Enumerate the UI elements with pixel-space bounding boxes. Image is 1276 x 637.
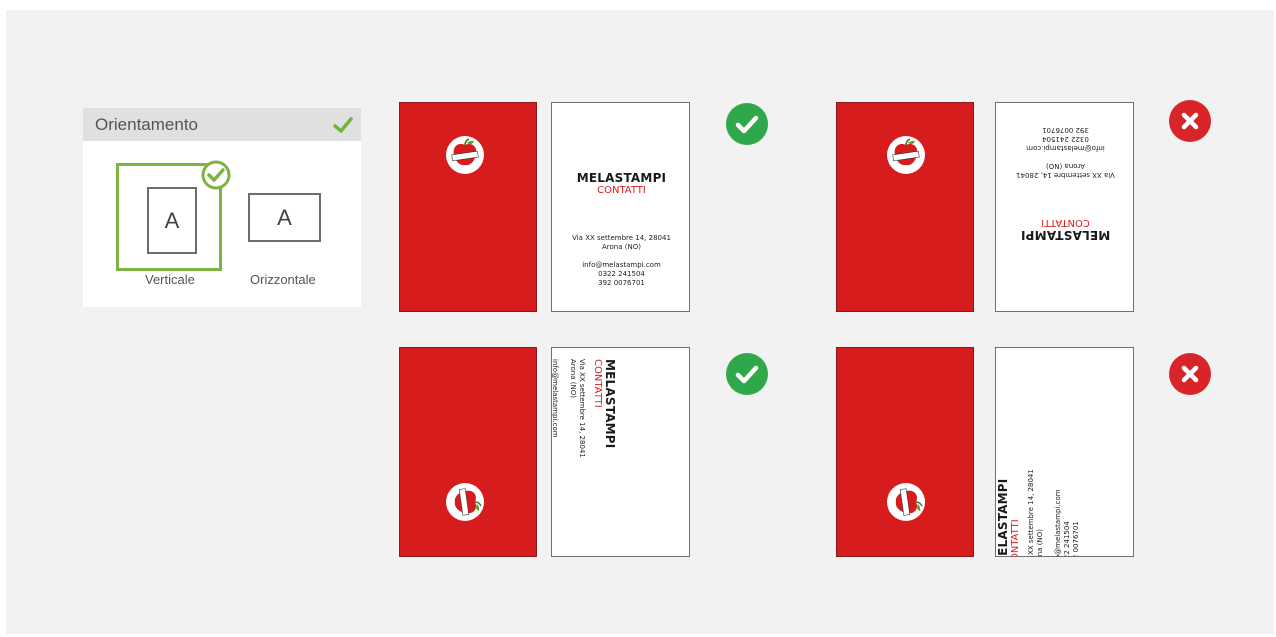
option-vertical-label: Verticale: [145, 272, 195, 287]
card-content: MELASTAMPI CONTATTI Via XX settembre 14,…: [996, 125, 1133, 242]
x-icon: [1181, 365, 1199, 383]
apple-logo-icon: [451, 138, 479, 166]
address-city: Arona (NO): [1036, 529, 1044, 557]
mobile-text: 392 0076701: [1042, 126, 1089, 134]
contacts-heading: CONTATTI: [592, 359, 603, 408]
contacts-heading: CONTATTI: [597, 185, 646, 196]
email-text: info@melastampi.com: [582, 261, 661, 269]
check-icon: [333, 117, 353, 133]
card-content: MELASTAMPI CONTATTI Via XX settembre 14,…: [996, 418, 1081, 557]
phone-text: 0322 241504: [1042, 135, 1089, 143]
portrait-page-icon: A: [147, 187, 197, 254]
page-letter: A: [164, 207, 180, 233]
correct-badge: [726, 103, 768, 145]
card-front: [836, 347, 974, 557]
card-front: [399, 347, 537, 557]
card-back: MELASTAMPI CONTATTI Via XX settembre 14,…: [551, 102, 690, 312]
card-front: [836, 102, 974, 312]
check-icon: [735, 365, 759, 384]
correct-badge: [726, 353, 768, 395]
card-back: MELASTAMPI CONTATTI Via XX settembre 14,…: [551, 347, 690, 557]
mobile-text: 392 0076701: [1072, 521, 1080, 557]
selected-check-icon: [201, 160, 231, 190]
phone-text: 0322 241504: [598, 270, 645, 278]
x-icon: [1181, 112, 1199, 130]
brand-name: MELASTAMPI: [576, 171, 667, 185]
address-city: Arona (NO): [602, 243, 641, 251]
brand-name: MELASTAMPI: [603, 359, 617, 449]
check-icon: [735, 115, 759, 134]
apple-logo-icon: [887, 136, 925, 174]
address-line: Via XX settembre 14, 28041: [1027, 469, 1035, 557]
wrong-badge: [1169, 353, 1211, 395]
wrong-badge: [1169, 100, 1211, 142]
apple-logo-icon: [454, 488, 482, 516]
email-text: info@melastampi.com: [1026, 144, 1105, 152]
card-back: MELASTAMPI CONTATTI Via XX settembre 14,…: [995, 102, 1134, 312]
address-line: Via XX settembre 14, 28041: [572, 234, 671, 242]
email-text: info@melastampi.com: [551, 359, 559, 438]
brand-name: MELASTAMPI: [996, 478, 1010, 557]
address-line: Via XX settembre 14, 28041: [578, 359, 586, 458]
card-content: MELASTAMPI CONTATTI Via XX settembre 14,…: [551, 359, 617, 509]
panel-title: Orientamento: [95, 115, 198, 134]
address-line: Via XX settembre 14, 28041: [1016, 171, 1115, 179]
contacts-heading: CONTATTI: [1041, 217, 1090, 228]
apple-logo-icon: [446, 136, 484, 174]
card-front: [399, 102, 537, 312]
panel-header: Orientamento: [83, 108, 361, 141]
brand-name: MELASTAMPI: [1020, 228, 1111, 242]
email-text: info@melastampi.com: [1054, 489, 1062, 557]
orientation-panel: Orientamento A Verticale A Orizzontale: [83, 108, 361, 307]
apple-logo-icon: [892, 138, 920, 166]
apple-logo-icon: [887, 483, 925, 521]
option-horizontal[interactable]: A: [248, 193, 321, 242]
apple-logo-icon: [895, 488, 923, 516]
card-content: MELASTAMPI CONTATTI Via XX settembre 14,…: [552, 171, 689, 288]
address-city: Arona (NO): [569, 359, 577, 398]
page-letter: A: [277, 204, 292, 230]
phone-text: 0322 241504: [1063, 521, 1071, 557]
contacts-heading: CONTATTI: [1010, 519, 1021, 557]
option-horizontal-label: Orizzontale: [250, 272, 316, 287]
card-back: MELASTAMPI CONTATTI Via XX settembre 14,…: [995, 347, 1134, 557]
apple-logo-icon: [446, 483, 484, 521]
address-city: Arona (NO): [1046, 162, 1085, 170]
mobile-text: 392 0076701: [598, 279, 645, 287]
